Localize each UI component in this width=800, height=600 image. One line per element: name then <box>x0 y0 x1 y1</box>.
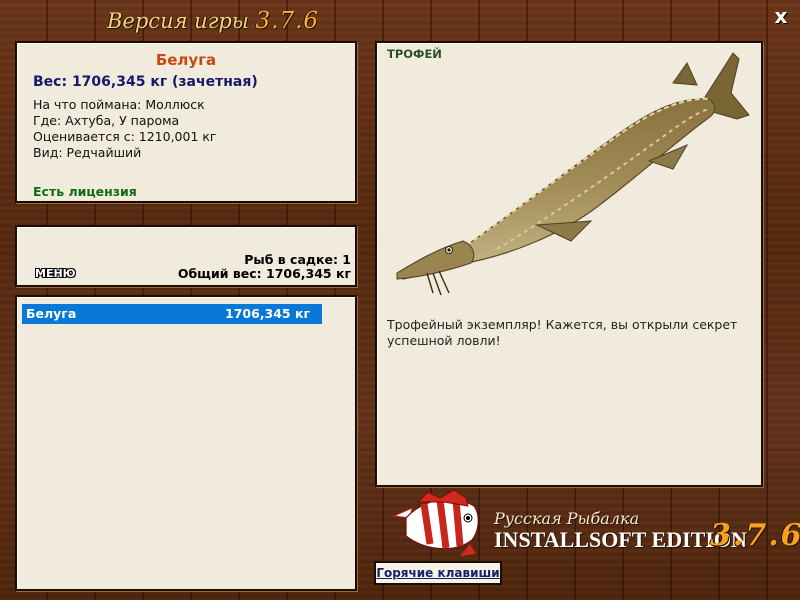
fish-name: Белуга <box>155 51 217 69</box>
menu-button[interactable]: МЕНЮ <box>35 267 76 280</box>
bait-info: На что поймана: Моллюск <box>33 97 205 112</box>
window-title: Версия игры 3.7.6 <box>107 8 337 38</box>
trophy-label: ТРОФЕЙ <box>387 47 442 61</box>
beluga-image <box>396 52 750 296</box>
brand-edition: INSTALLSOFT EDITION <box>494 527 747 552</box>
fish-preview-panel: ТРОФЕЙ Трофейный экземпляр! Кажется, вы … <box>375 41 763 487</box>
kind-info: Вид: Редчайший <box>33 145 142 160</box>
cage-count: Рыб в садке: 1 <box>244 252 351 267</box>
cage-total-weight: Общий вес: 1706,345 кг <box>177 266 351 281</box>
value-info: Оценивается с: 1210,001 кг <box>33 129 217 144</box>
window-title-text: Версия игры <box>107 9 249 33</box>
list-item-weight: 1706,345 кг <box>225 306 310 321</box>
brand-title: Русская Рыбалка <box>494 509 640 528</box>
list-item[interactable]: Белуга 1706,345 кг <box>22 304 322 324</box>
close-button[interactable]: x <box>770 5 792 27</box>
catch-info-panel: Белуга Вес: 1706,345 кг (зачетная) На чт… <box>15 41 357 203</box>
brand-version: 3.7.6 <box>710 518 800 553</box>
fish-description: Трофейный экземпляр! Кажется, вы открыли… <box>387 317 738 348</box>
list-item-name: Белуга <box>26 306 77 321</box>
hotkeys-button[interactable]: Горячие клавиши <box>374 561 502 585</box>
close-icon: x <box>774 4 788 28</box>
place-info: Где: Ахтуба, У парома <box>33 113 180 128</box>
cage-summary-panel: МЕНЮ Рыб в садке: 1 Общий вес: 1706,345 … <box>15 225 357 287</box>
window-title-version: 3.7.6 <box>255 8 320 34</box>
fish-weight: Вес: 1706,345 кг (зачетная) <box>33 74 258 90</box>
license-status: Есть лицензия <box>33 184 137 199</box>
fish-list: Белуга 1706,345 кг <box>15 295 357 591</box>
